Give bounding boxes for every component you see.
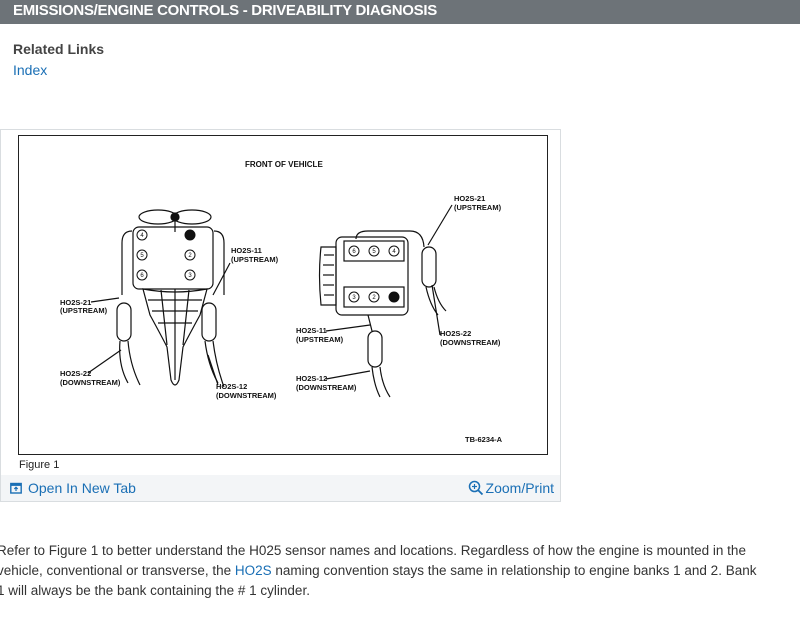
zoom-print-label: Zoom/Print <box>485 480 554 496</box>
svg-text:HO2S-12: HO2S-12 <box>296 374 327 383</box>
svg-text:(DOWNSTREAM): (DOWNSTREAM) <box>296 383 357 392</box>
svg-text:HO2S-21: HO2S-21 <box>454 194 485 203</box>
svg-text:HO2S-12: HO2S-12 <box>216 382 247 391</box>
body-line-1: Refer to Figure 1 to better understand t… <box>0 543 746 558</box>
diagram-code: TB-6234-A <box>465 435 503 444</box>
svg-text:(UPSTREAM): (UPSTREAM) <box>60 306 108 315</box>
figure-action-bar: Open In New Tab Zoom/Print <box>1 475 560 501</box>
svg-text:(UPSTREAM): (UPSTREAM) <box>231 255 279 264</box>
svg-text:HO2S-22: HO2S-22 <box>60 369 91 378</box>
magnifier-icon <box>468 480 483 496</box>
svg-text:HO2S-11: HO2S-11 <box>231 246 262 255</box>
open-in-new-tab-link[interactable]: Open In New Tab <box>10 480 136 496</box>
svg-text:HO2S-22: HO2S-22 <box>440 329 471 338</box>
page-title: EMISSIONS/ENGINE CONTROLS - DRIVEABILITY… <box>13 2 437 19</box>
zoom-print-link[interactable]: Zoom/Print <box>468 480 554 496</box>
svg-text:(UPSTREAM): (UPSTREAM) <box>454 203 502 212</box>
body-line-3: 1 will always be the bank containing the… <box>0 583 310 598</box>
svg-text:(DOWNSTREAM): (DOWNSTREAM) <box>216 391 277 400</box>
open-in-new-tab-label: Open In New Tab <box>28 480 136 496</box>
engine-sensor-diagram: FRONT OF VEHICLE HO2S-21 (UPSTREAM) HO2S… <box>18 135 548 455</box>
figure-card: FRONT OF VEHICLE HO2S-21 (UPSTREAM) HO2S… <box>0 129 561 502</box>
related-links-heading: Related Links <box>13 41 105 57</box>
external-tab-icon <box>10 482 22 494</box>
page-header-bar: EMISSIONS/ENGINE CONTROLS - DRIVEABILITY… <box>0 0 800 24</box>
svg-text:(DOWNSTREAM): (DOWNSTREAM) <box>60 378 121 387</box>
body-paragraph: Refer to Figure 1 to better understand t… <box>0 541 797 601</box>
body-line-2: vehicle, conventional or transverse, the… <box>0 563 757 578</box>
figure-caption: Figure 1 <box>19 459 60 471</box>
label-front-of-vehicle: FRONT OF VEHICLE <box>245 160 323 169</box>
svg-text:(UPSTREAM): (UPSTREAM) <box>296 335 344 344</box>
index-link[interactable]: Index <box>13 62 47 78</box>
ho2s-link[interactable]: HO2S <box>235 563 272 578</box>
svg-text:HO2S-11: HO2S-11 <box>296 326 327 335</box>
svg-text:(DOWNSTREAM): (DOWNSTREAM) <box>440 338 501 347</box>
